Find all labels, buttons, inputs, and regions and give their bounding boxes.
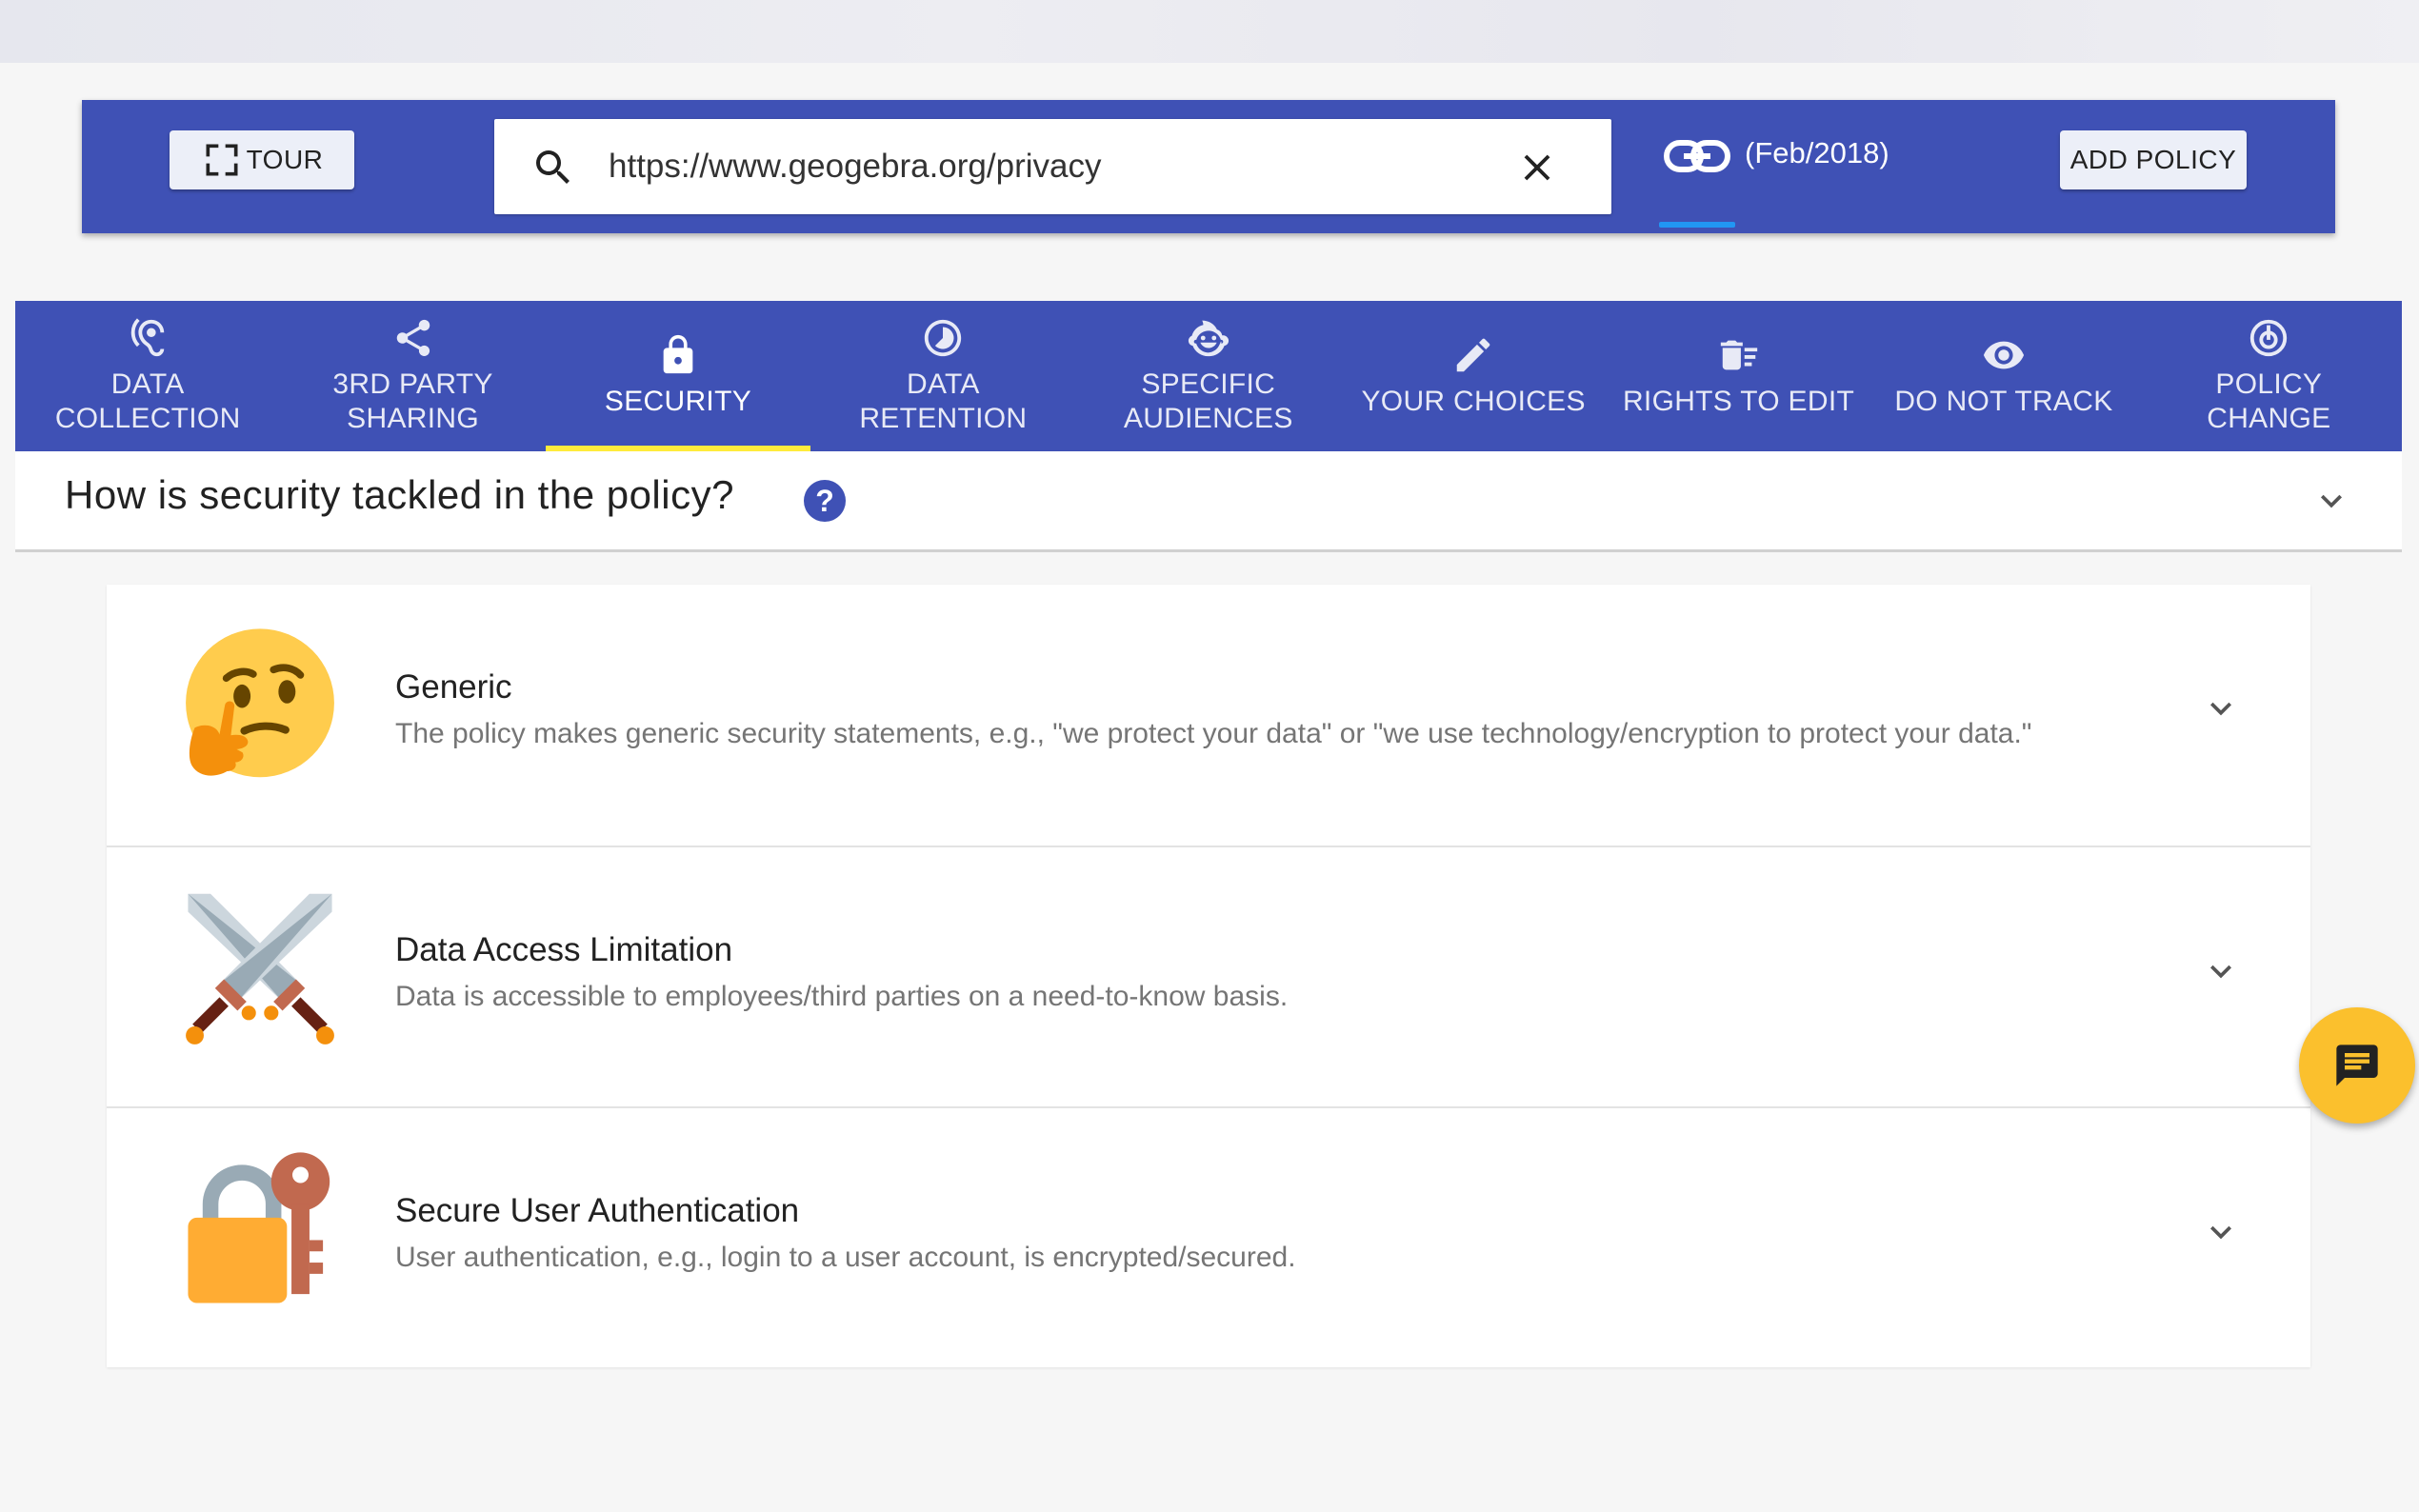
- ear-icon: [130, 318, 165, 357]
- tab-your-choices[interactable]: YOUR CHOICES: [1341, 301, 1606, 451]
- tab-label: DO NOT TRACK: [1894, 386, 2113, 417]
- url-input[interactable]: [609, 119, 1485, 214]
- lock-icon: [663, 334, 693, 374]
- tab-rights-to-edit[interactable]: RIGHTS TO EDIT: [1606, 301, 1870, 451]
- tab-label: DATA RETENTION: [859, 368, 1028, 434]
- tab-label: RIGHTS TO EDIT: [1622, 386, 1855, 417]
- tab-label: SECURITY: [604, 386, 752, 417]
- close-icon[interactable]: [1515, 146, 1559, 189]
- add-policy-button[interactable]: ADD POLICY: [2060, 130, 2247, 189]
- thinking-face-icon: [186, 628, 334, 778]
- timelapse-icon: [925, 319, 962, 357]
- list-item[interactable]: Generic The policy makes generic securit…: [107, 585, 2310, 846]
- fullscreen-icon: [206, 144, 238, 176]
- policy-date: (Feb/2018): [1745, 136, 1889, 169]
- item-description: User authentication, e.g., login to a us…: [395, 1242, 1296, 1273]
- delete-sweep-icon: [1720, 340, 1757, 370]
- item-title: Data Access Limitation: [395, 931, 733, 968]
- eye-icon: [1983, 341, 2025, 369]
- tab-label: POLICY CHANGE: [2207, 368, 2331, 434]
- tab-data-collection[interactable]: DATA COLLECTION: [15, 301, 280, 451]
- question-header[interactable]: How is security tackled in the policy? ?: [15, 451, 2402, 552]
- category-tabs: DATA COLLECTION 3RD PARTY SHARING SECURI…: [15, 301, 2402, 451]
- tour-label: TOUR: [246, 145, 324, 174]
- item-description: The policy makes generic security statem…: [395, 718, 2032, 749]
- tab-security[interactable]: SECURITY: [545, 301, 811, 451]
- tab-policy-change[interactable]: POLICY CHANGE: [2136, 301, 2401, 451]
- tab-label: SPECIFIC AUDIENCES: [1123, 368, 1293, 434]
- chat-icon: [2336, 1044, 2378, 1086]
- pencil-icon: [1456, 338, 1490, 372]
- top-toolbar: TOUR (Feb/2018) ADD POLICY: [82, 100, 2335, 233]
- security-items-list: Generic The policy makes generic securit…: [107, 585, 2310, 1367]
- question-title: How is security tackled in the policy?: [65, 472, 734, 517]
- item-description: Data is accessible to employees/third pa…: [395, 981, 1289, 1012]
- svg-text:?: ?: [815, 484, 834, 518]
- item-title: Generic: [395, 668, 512, 706]
- list-item[interactable]: Data Access Limitation Data is accessibl…: [107, 846, 2310, 1106]
- chevron-down-icon[interactable]: [2200, 1211, 2242, 1253]
- chevron-down-icon[interactable]: [2200, 687, 2242, 729]
- url-search-box: [494, 119, 1611, 214]
- tab-label: 3RD PARTY SHARING: [332, 368, 493, 434]
- chat-button[interactable]: [2299, 1007, 2415, 1124]
- change-history-icon: [2250, 319, 2288, 357]
- tab-specific-audiences[interactable]: SPECIFIC AUDIENCES: [1076, 301, 1341, 451]
- tab-3rd-party-sharing[interactable]: 3RD PARTY SHARING: [280, 301, 545, 451]
- chevron-down-icon[interactable]: [2200, 950, 2242, 992]
- chevron-down-icon[interactable]: [2310, 480, 2352, 522]
- browser-top-strip: [0, 0, 2419, 63]
- link-icon: [1664, 140, 1730, 172]
- tab-label: YOUR CHOICES: [1361, 386, 1586, 417]
- help-icon[interactable]: ?: [802, 478, 848, 524]
- crossed-swords-icon: [186, 893, 334, 1044]
- tour-button[interactable]: TOUR: [170, 130, 354, 189]
- lock-with-key-icon: [188, 1152, 330, 1303]
- tab-label: DATA COLLECTION: [54, 368, 241, 434]
- search-icon: [536, 150, 570, 184]
- child-face-icon: [1188, 320, 1229, 357]
- share-icon: [396, 319, 430, 357]
- tab-do-not-track[interactable]: DO NOT TRACK: [1871, 301, 2136, 451]
- link-underline: [1659, 222, 1735, 228]
- list-item[interactable]: Secure User Authentication User authenti…: [107, 1106, 2310, 1367]
- tab-data-retention[interactable]: DATA RETENTION: [810, 301, 1075, 451]
- item-title: Secure User Authentication: [395, 1192, 800, 1229]
